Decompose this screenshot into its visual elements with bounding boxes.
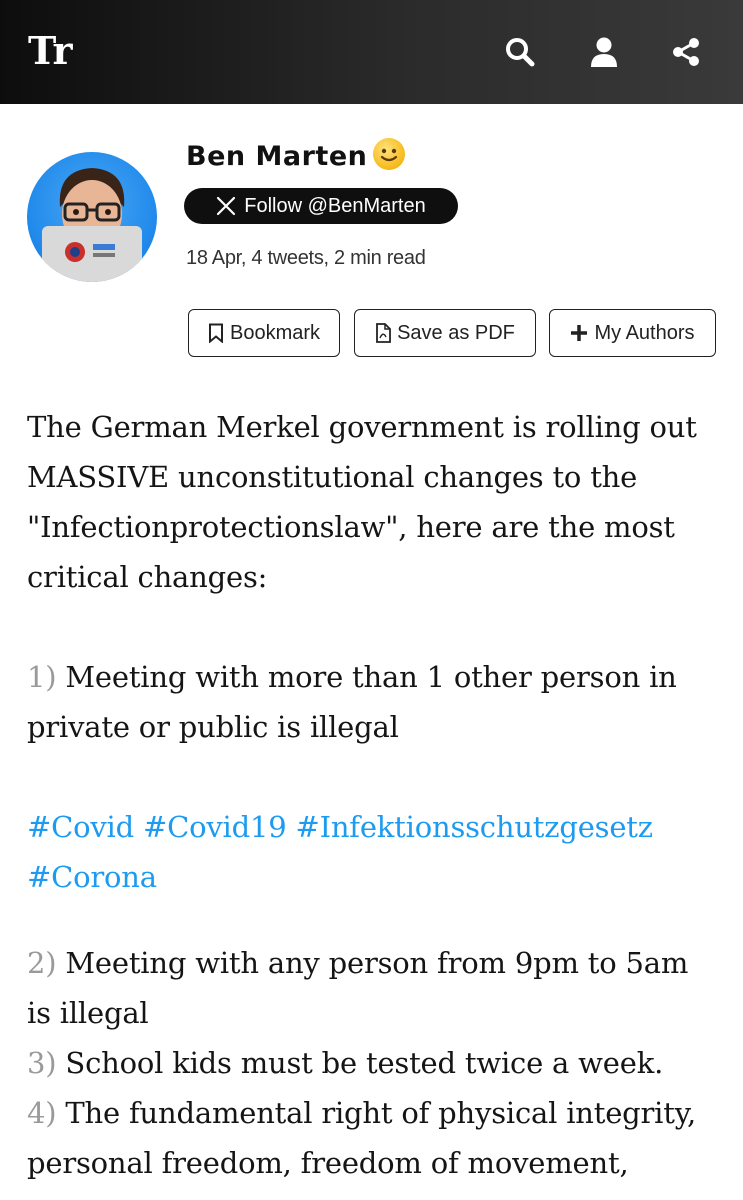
author-name-text[interactable]: Ben Marten: [186, 141, 367, 172]
tweet-text: The fundamental right of physical integr…: [27, 1096, 697, 1180]
tweet-number: 4): [27, 1096, 57, 1130]
tweet-text: Meeting with any person from 9pm to 5am …: [27, 946, 689, 1030]
author-name[interactable]: Ben Marten: [186, 138, 406, 172]
tweet-text: Meeting with more than 1 other person in…: [27, 660, 677, 744]
tweet-item-2: 2) Meeting with any person from 9pm to 5…: [27, 938, 717, 1038]
tweet-text: School kids must be tested twice a week.: [65, 1046, 664, 1080]
hashtags-line-1[interactable]: #Covid #Covid19 #Infektionsschutzgesetz: [27, 802, 717, 852]
thread-meta: 18 Apr, 4 tweets, 2 min read: [186, 247, 426, 269]
app-logo[interactable]: Tr: [28, 28, 73, 73]
tweet-number: 2): [27, 946, 57, 980]
my-authors-button[interactable]: My Authors: [549, 309, 716, 357]
save-pdf-label: Save as PDF: [397, 321, 515, 344]
tweet-intro: The German Merkel government is rolling …: [27, 410, 697, 594]
pdf-file-icon: [375, 323, 391, 343]
avatar[interactable]: [27, 152, 157, 282]
smiling-face-icon: [373, 138, 406, 170]
share-icon[interactable]: [668, 34, 704, 70]
x-logo-icon: [216, 196, 236, 216]
tweet-item-3: 3) School kids must be tested twice a we…: [27, 1038, 717, 1088]
search-icon[interactable]: [502, 34, 538, 70]
plus-icon: [570, 324, 588, 342]
action-buttons: Bookmark Save as PDF My Authors: [0, 309, 743, 359]
follow-button[interactable]: Follow @BenMarten: [184, 188, 458, 224]
top-navigation-bar: Tr: [0, 0, 743, 104]
tweet-item-1: 1) Meeting with more than 1 other person…: [27, 652, 717, 752]
hashtags-line-2[interactable]: #Corona: [27, 852, 717, 902]
tweet-number: 1): [27, 660, 57, 694]
tweet-number: 3): [27, 1046, 57, 1080]
thread-content: The German Merkel government is rolling …: [27, 402, 717, 1188]
follow-label: Follow @BenMarten: [244, 194, 426, 217]
bookmark-button[interactable]: Bookmark: [188, 309, 340, 357]
my-authors-label: My Authors: [594, 321, 695, 344]
save-pdf-button[interactable]: Save as PDF: [354, 309, 536, 357]
user-icon[interactable]: [586, 34, 622, 70]
tweet-item-4: 4) The fundamental right of physical int…: [27, 1088, 717, 1188]
bookmark-label: Bookmark: [229, 321, 321, 344]
bookmark-icon: [208, 323, 224, 343]
